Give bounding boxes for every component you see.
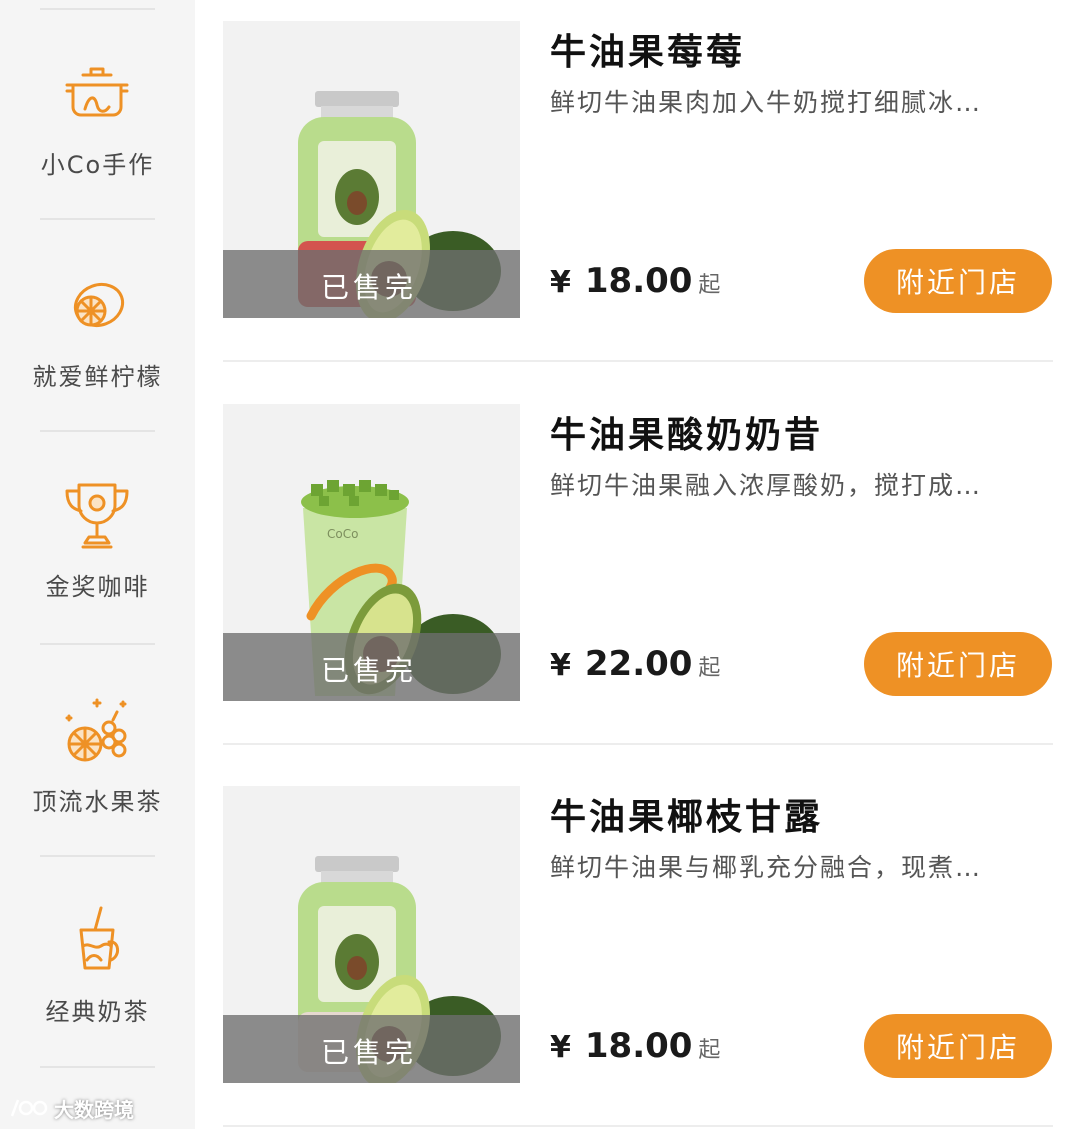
price-amount: 18.00 (584, 1026, 693, 1066)
product-card[interactable]: CoCo 已售完 牛油果酸奶奶昔 鲜切牛油果融入浓厚酸奶，搅打成… ¥ 22.0… (223, 404, 1053, 701)
app-root: 小Co手作 就爱鲜柠檬 金奖咖啡 顶流水果茶 经典奶茶 大数跨境 已售完 牛油果… (0, 0, 1080, 1129)
lemon-icon (57, 267, 137, 347)
sidebar-item-coffee[interactable]: 金奖咖啡 (0, 437, 195, 647)
sidebar-item-label: 经典奶茶 (45, 998, 150, 1026)
sidebar-divider (40, 855, 155, 857)
soldout-label: 已售完 (321, 654, 418, 687)
price-amount: 18.00 (584, 261, 693, 301)
product-price: ¥ 22.00 起 (550, 644, 720, 684)
svg-text:CoCo: CoCo (327, 527, 358, 541)
price-currency: ¥ (550, 1030, 571, 1065)
product-price: ¥ 18.00 起 (550, 1026, 720, 1066)
product-price: ¥ 18.00 起 (550, 261, 720, 301)
product-description: 鲜切牛油果融入浓厚酸奶，搅打成… (550, 471, 983, 500)
product-card[interactable]: 已售完 牛油果椰枝甘露 鲜切牛油果与椰乳充分融合，现煮… ¥ 18.00 起 附… (223, 786, 1053, 1083)
sidebar-item-label: 就爱鲜柠檬 (32, 363, 163, 391)
soldout-overlay: 已售完 (223, 1015, 520, 1083)
sidebar-item-label: 金奖咖啡 (45, 573, 150, 601)
price-suffix: 起 (698, 656, 721, 681)
sidebar-divider (40, 8, 155, 10)
sidebar-divider (40, 430, 155, 432)
nearby-store-button[interactable]: 附近门店 (864, 1014, 1052, 1078)
price-amount: 22.00 (584, 644, 693, 684)
soldout-label: 已售完 (321, 1036, 418, 1069)
nearby-store-button[interactable]: 附近门店 (864, 249, 1052, 313)
sidebar-divider (40, 218, 155, 220)
pot-icon (57, 55, 137, 135)
watermark-logo-icon (10, 1099, 48, 1117)
row-divider (223, 360, 1053, 362)
sidebar-item-milk-tea[interactable]: 经典奶茶 (0, 862, 195, 1072)
product-description: 鲜切牛油果肉加入牛奶搅打细腻冰… (550, 88, 983, 117)
trophy-icon (57, 477, 137, 557)
sidebar-divider (40, 1066, 155, 1068)
watermark-text: 大数跨境 (54, 1097, 134, 1122)
sidebar-item-label: 顶流水果茶 (32, 788, 163, 816)
product-image[interactable]: CoCo 已售完 (223, 404, 520, 701)
soldout-overlay: 已售完 (223, 250, 520, 318)
product-title: 牛油果椰枝甘露 (550, 797, 824, 838)
watermark: 大数跨境 (8, 1093, 134, 1123)
row-divider (223, 743, 1053, 745)
row-divider (223, 1125, 1053, 1127)
sidebar-item-fruit-tea[interactable]: 顶流水果茶 (0, 650, 195, 860)
sidebar-divider (40, 643, 155, 645)
price-suffix: 起 (698, 1038, 721, 1063)
category-sidebar: 小Co手作 就爱鲜柠檬 金奖咖啡 顶流水果茶 经典奶茶 大数跨境 (0, 0, 195, 1129)
product-image[interactable]: 已售完 (223, 21, 520, 318)
sidebar-item-lemon[interactable]: 就爱鲜柠檬 (0, 225, 195, 435)
product-image[interactable]: 已售完 (223, 786, 520, 1083)
price-suffix: 起 (698, 273, 721, 298)
fruit-icon (57, 690, 137, 770)
product-title: 牛油果酸奶奶昔 (550, 415, 824, 456)
price-currency: ¥ (550, 265, 571, 300)
product-title: 牛油果莓莓 (550, 32, 746, 73)
sidebar-item-label: 小Co手作 (40, 151, 155, 179)
soldout-overlay: 已售完 (223, 633, 520, 701)
sidebar-item-handmade[interactable]: 小Co手作 (0, 15, 195, 225)
nearby-store-button[interactable]: 附近门店 (864, 632, 1052, 696)
soldout-label: 已售完 (321, 271, 418, 304)
product-card[interactable]: 已售完 牛油果莓莓 鲜切牛油果肉加入牛奶搅打细腻冰… ¥ 18.00 起 附近门… (223, 21, 1053, 318)
price-currency: ¥ (550, 648, 571, 683)
milk-tea-cup-icon (57, 902, 137, 982)
product-description: 鲜切牛油果与椰乳充分融合，现煮… (550, 853, 983, 882)
